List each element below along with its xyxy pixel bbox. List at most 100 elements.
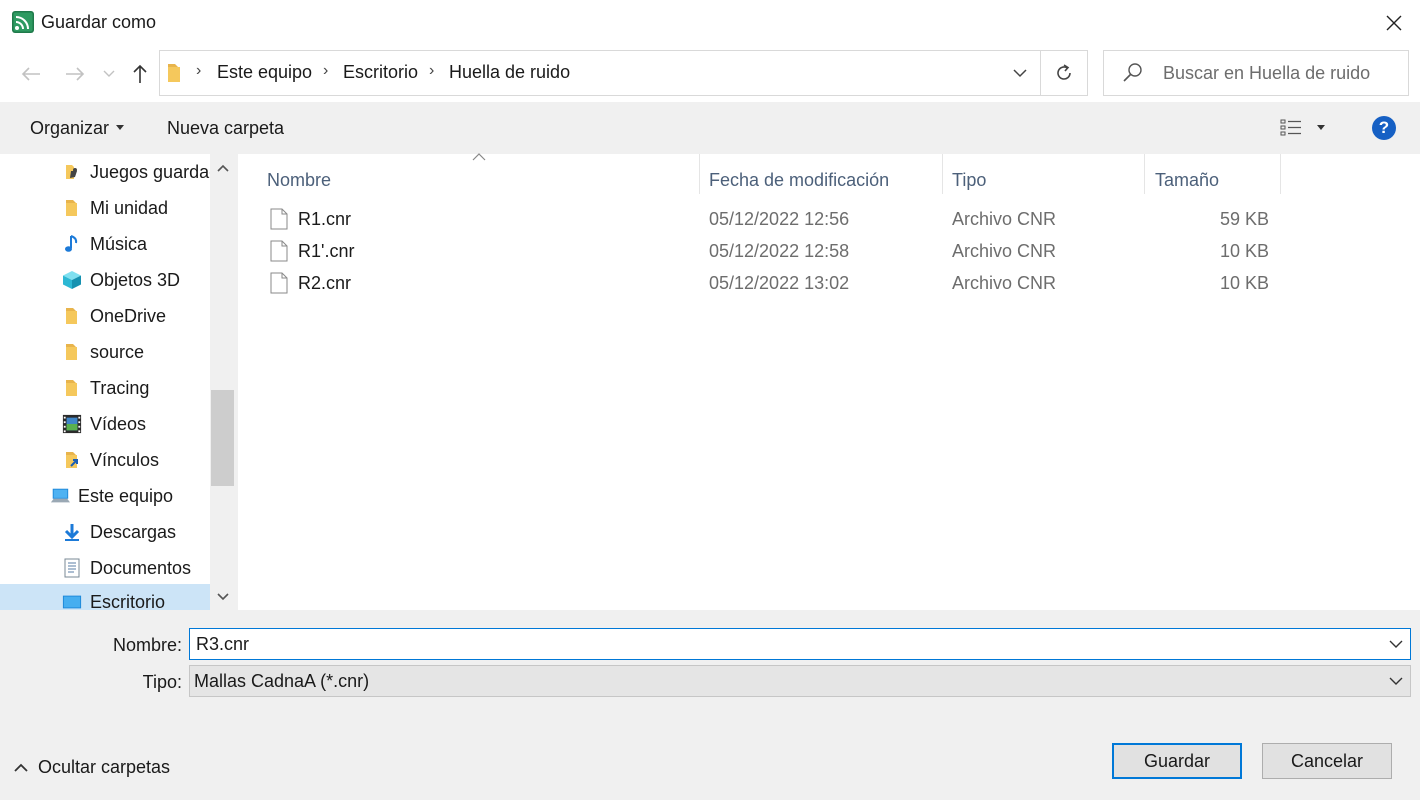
file-size: 10 KB (1219, 273, 1269, 293)
file-type: Archivo CNR (952, 241, 1057, 261)
sidebar-item-label: Objetos 3D (90, 269, 181, 290)
sidebar-item-this-pc[interactable]: Este equipo (50, 478, 173, 514)
file-icon (270, 208, 288, 235)
navigation-pane: Juegos guardados Mi unidad Música Objeto… (0, 154, 235, 610)
sidebar-item-label: Descargas (90, 521, 177, 542)
file-date: 05/12/2022 13:02 (709, 273, 850, 293)
close-icon (1386, 15, 1402, 31)
change-view-button[interactable] (1280, 113, 1326, 143)
arrow-left-icon (21, 67, 40, 81)
sidebar-item-onedrive[interactable]: OneDrive (62, 298, 166, 334)
column-divider[interactable] (942, 154, 943, 194)
close-button[interactable] (1372, 6, 1416, 40)
file-type: Archivo CNR (952, 273, 1057, 293)
cancel-button[interactable]: Cancelar (1262, 743, 1392, 779)
links-folder-icon (62, 450, 82, 470)
refresh-button[interactable] (1041, 51, 1087, 95)
table-row[interactable]: R2.cnr 05/12/2022 13:02 Archivo CNR 10 K… (262, 269, 1282, 299)
sidebar-item-tracing[interactable]: Tracing (62, 370, 149, 406)
chevron-down-icon (216, 593, 229, 601)
breadcrumb-separator: › (323, 62, 329, 79)
chevron-down-icon (103, 70, 115, 77)
rss-signal-icon (12, 11, 34, 33)
recent-locations-button[interactable] (100, 58, 118, 90)
hide-folders-button[interactable]: Ocultar carpetas (14, 754, 170, 780)
scroll-up-button[interactable] (210, 156, 235, 180)
table-row[interactable]: R1'.cnr 05/12/2022 12:58 Archivo CNR 10 … (262, 237, 1282, 267)
help-button[interactable]: ? (1372, 116, 1396, 140)
breadcrumb-item[interactable]: Este equipo (217, 62, 312, 83)
sidebar-item-downloads[interactable]: Descargas (62, 514, 176, 550)
desktop-icon (62, 592, 82, 610)
sidebar-item-music[interactable]: Música (62, 226, 147, 262)
details-view-icon (1280, 119, 1301, 136)
hide-folders-label: Ocultar carpetas (38, 756, 171, 777)
file-type-label: Tipo: (142, 672, 182, 692)
saved-games-icon (62, 162, 82, 182)
breadcrumb-item[interactable]: Huella de ruido (449, 62, 570, 83)
column-divider[interactable] (699, 154, 700, 194)
file-name: R1'.cnr (298, 241, 355, 261)
file-type: Archivo CNR (952, 209, 1057, 229)
organize-button[interactable]: Organizar (18, 113, 137, 143)
sidebar-item-links[interactable]: Vínculos (62, 442, 159, 478)
file-name-input[interactable] (192, 629, 1380, 659)
file-type-dropdown[interactable] (1384, 669, 1408, 693)
sidebar-item-desktop[interactable]: Escritorio (0, 584, 210, 610)
computer-icon (50, 486, 70, 506)
cube-3d-icon (62, 270, 82, 290)
sidebar-item-label: Música (90, 233, 148, 254)
column-header-size[interactable]: Tamaño (1155, 164, 1219, 196)
folder-icon (166, 62, 182, 89)
sidebar-item-saved-games[interactable]: Juegos guardados (62, 154, 235, 190)
sidebar-scrollbar[interactable] (210, 154, 235, 610)
file-type-select[interactable] (189, 665, 1411, 697)
sidebar-item-label: Tracing (90, 377, 150, 398)
folder-icon (62, 306, 82, 326)
music-icon (62, 234, 82, 254)
sidebar-item-my-drive[interactable]: Mi unidad (62, 190, 168, 226)
scrollbar-thumb[interactable] (211, 390, 234, 486)
file-date: 05/12/2022 12:56 (709, 209, 850, 229)
new-folder-button[interactable]: Nueva carpeta (157, 113, 294, 143)
forward-button[interactable] (60, 58, 90, 90)
sidebar-item-label: OneDrive (90, 305, 167, 326)
sidebar-item-source[interactable]: source (62, 334, 144, 370)
file-name-dropdown[interactable] (1384, 632, 1408, 656)
save-button[interactable]: Guardar (1112, 743, 1242, 779)
file-name: R1.cnr (298, 209, 352, 229)
sort-ascending-icon (472, 150, 486, 164)
sidebar-item-documents[interactable]: Documentos (62, 550, 191, 586)
column-header-name[interactable]: Nombre (267, 164, 331, 196)
sidebar-item-videos[interactable]: Vídeos (62, 406, 146, 442)
file-name-label: Nombre: (112, 635, 182, 655)
column-divider[interactable] (1280, 154, 1281, 194)
download-icon (62, 522, 82, 542)
back-button[interactable] (16, 58, 46, 90)
column-divider[interactable] (1144, 154, 1145, 194)
search-input[interactable] (1155, 52, 1416, 94)
column-header-type[interactable]: Tipo (952, 164, 986, 196)
chevron-up-icon (14, 763, 28, 772)
folder-icon (62, 198, 82, 218)
address-history-button[interactable] (1000, 51, 1040, 95)
column-header-date[interactable]: Fecha de modificación (709, 164, 889, 196)
caret-down-icon (116, 125, 125, 130)
up-button[interactable] (126, 58, 154, 90)
breadcrumb-separator: › (196, 62, 202, 79)
refresh-icon (1057, 64, 1071, 80)
breadcrumb-item[interactable]: Escritorio (343, 62, 418, 83)
scroll-down-button[interactable] (210, 585, 235, 609)
file-type-value: Mallas CadnaA (*.cnr) (194, 671, 370, 691)
title-bar (0, 0, 1420, 46)
sidebar-item-label: Escritorio (90, 591, 166, 611)
chevron-down-icon (1389, 677, 1403, 685)
documents-icon (62, 558, 82, 578)
caret-down-icon (1317, 125, 1325, 130)
table-row[interactable]: R1.cnr 05/12/2022 12:56 Archivo CNR 59 K… (262, 205, 1282, 235)
folder-icon (62, 342, 82, 362)
breadcrumb-separator: › (429, 62, 435, 79)
sidebar-item-3d-objects[interactable]: Objetos 3D (62, 262, 180, 298)
chevron-down-icon (1013, 68, 1027, 77)
sidebar-item-label: Documentos (90, 557, 192, 578)
